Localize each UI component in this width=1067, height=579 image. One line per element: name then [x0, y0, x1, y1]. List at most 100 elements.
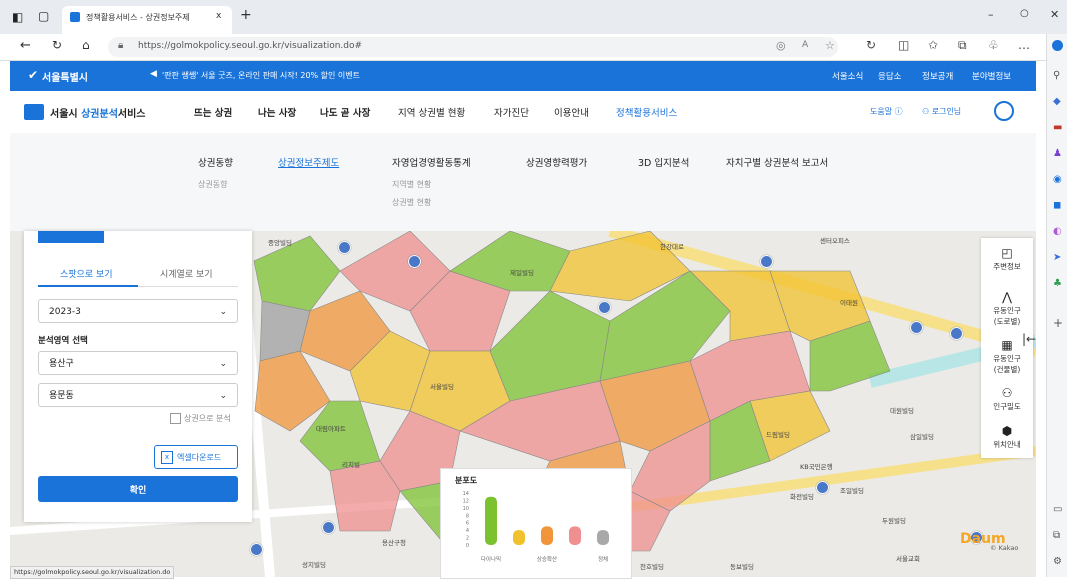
active-tab[interactable]: 정책활용서비스 - 상권정보주제 x: [62, 6, 232, 34]
location-icon[interactable]: ◎: [776, 39, 786, 52]
district-analysis-checkbox[interactable]: [170, 413, 181, 424]
tab-spot-view[interactable]: 스팟으로 보기: [60, 267, 113, 280]
brand-highlight: 상권분석: [81, 109, 118, 120]
nav-policy-service[interactable]: 정책활용서비스: [616, 105, 677, 119]
briefcase-icon[interactable]: ▬: [1053, 122, 1062, 133]
robot-icon[interactable]: [994, 101, 1014, 121]
nav-self-diagnosis[interactable]: 자가진단: [494, 105, 529, 119]
collapse-tools-icon[interactable]: |←: [1022, 332, 1036, 346]
seoul-logo-icon: ✔︎: [28, 68, 39, 82]
sidebar-layout-icon[interactable]: ▭: [1053, 504, 1062, 515]
tab-time-series-view[interactable]: 시계열로 보기: [160, 267, 213, 280]
mega-menu: 상권동향 상권동향 상권정보주제도 자영업경영활동통계 지역별 현황 상권별 현…: [10, 133, 1036, 232]
speaker-icon: ◀︎: [150, 69, 157, 79]
area-select-label: 분석영역 선택: [38, 336, 88, 346]
tab-actions-icon[interactable]: ▢: [38, 9, 49, 23]
tag-icon[interactable]: ◆: [1053, 96, 1061, 107]
nav-soon-owner[interactable]: 나도 곧 사장: [320, 105, 370, 119]
menu-stats-by-region[interactable]: 지역별 현황: [392, 179, 431, 190]
bus-stop-icon[interactable]: [338, 241, 351, 254]
menu-trends-sub[interactable]: 상권동향: [198, 179, 227, 190]
outlook-icon[interactable]: ◼: [1053, 200, 1061, 211]
collections-icon[interactable]: ⧉: [958, 38, 967, 53]
copilot-icon[interactable]: [1052, 40, 1063, 51]
send-icon[interactable]: ➤: [1053, 252, 1061, 263]
designer-icon[interactable]: ◐: [1053, 226, 1062, 237]
subway-icon[interactable]: [950, 327, 963, 340]
refresh-page-icon[interactable]: ↻: [866, 38, 876, 52]
analysis-panel: 스팟으로 보기 시계열로 보기 2023-3 ⌄ 분석영역 선택 용산구 ⌄ 용문동…: [24, 231, 252, 522]
tab-active-underline: [38, 285, 138, 287]
period-select[interactable]: 2023-3 ⌄: [38, 299, 238, 323]
topbar-link-news[interactable]: 서울소식: [832, 70, 863, 82]
menu-self-employed-stats[interactable]: 자영업경영활동통계: [392, 155, 471, 169]
add-tool-icon[interactable]: +: [1053, 316, 1063, 330]
topbar-link-disclosure[interactable]: 정보공개: [922, 70, 953, 82]
nav-regional-status[interactable]: 지역 상권별 현황: [398, 105, 465, 119]
home-icon[interactable]: ⌂: [82, 38, 90, 52]
refresh-icon[interactable]: ↻: [52, 38, 62, 52]
chart-bar[interactable]: [597, 530, 609, 545]
map-label: 드림빌딩: [766, 431, 790, 439]
nav-i-am-owner[interactable]: 나는 사장: [258, 105, 296, 119]
user-menu[interactable]: ⚇ 로그인님: [922, 106, 961, 117]
bus-stop-icon[interactable]: [250, 543, 263, 556]
menu-3d-analysis[interactable]: 3D 입지분석: [638, 155, 689, 169]
menu-theme-map[interactable]: 상권정보주제도: [278, 155, 339, 169]
bus-stop-icon[interactable]: [598, 301, 611, 314]
excel-download-button[interactable]: x 엑셀다운로드: [154, 445, 238, 469]
seoul-logo[interactable]: 서울특별시: [42, 69, 88, 84]
read-aloud-icon[interactable]: A: [802, 40, 808, 50]
office-icon[interactable]: ◉: [1053, 174, 1062, 185]
chart-bar[interactable]: [513, 530, 525, 545]
chart-bar[interactable]: [541, 526, 553, 545]
tool-flow-road[interactable]: ⋀ 유동인구 (도로별): [981, 290, 1033, 327]
maximize-icon[interactable]: ○: [1020, 8, 1029, 19]
brand-title[interactable]: 서울시 상권분석서비스: [50, 105, 146, 120]
favorites-icon[interactable]: ✩: [928, 38, 938, 52]
topbar-link-response[interactable]: 응답소: [878, 70, 901, 82]
bus-stop-icon[interactable]: [816, 481, 829, 494]
new-tab-button[interactable]: +: [240, 7, 252, 23]
window-close-icon[interactable]: ✕: [1050, 8, 1059, 21]
games-icon[interactable]: ♟: [1053, 148, 1062, 159]
tool-nearby-info[interactable]: ◰ 주변정보: [981, 246, 1033, 272]
chart-bar[interactable]: [485, 496, 497, 545]
split-screen-icon[interactable]: ◫: [898, 38, 909, 52]
url-field[interactable]: 🔒︎ https://golmokpolicy.seoul.go.kr/visu…: [108, 37, 838, 57]
profile-icon[interactable]: ◧: [12, 10, 23, 24]
district-value: 용산구: [49, 359, 74, 369]
bus-stop-icon[interactable]: [408, 255, 421, 268]
nav-hot-districts[interactable]: 뜨는 상권: [194, 105, 232, 119]
bus-stop-icon[interactable]: [322, 521, 335, 534]
nav-usage-guide[interactable]: 이용안내: [554, 105, 589, 119]
more-menu-icon[interactable]: …: [1018, 38, 1030, 52]
extensions-icon[interactable]: ♧: [988, 38, 999, 52]
settings-icon[interactable]: ⚙: [1053, 556, 1062, 567]
tab-close-icon[interactable]: x: [216, 11, 221, 21]
menu-stats-by-district[interactable]: 상권별 현황: [392, 197, 431, 208]
topbar-link-field-info[interactable]: 분야별정보: [972, 70, 1011, 82]
brand-suffix: 서비스: [117, 109, 146, 120]
bus-stop-icon[interactable]: [910, 321, 923, 334]
confirm-button[interactable]: 확인: [38, 476, 238, 502]
minimize-icon[interactable]: –: [988, 8, 994, 21]
menu-trends[interactable]: 상권동향: [198, 155, 233, 169]
menu-district-report[interactable]: 자치구별 상권분석 보고서: [726, 155, 828, 169]
external-link-icon[interactable]: ⧉: [1053, 530, 1060, 541]
district-select[interactable]: 용산구 ⌄: [38, 351, 238, 375]
drop-icon[interactable]: ♣: [1053, 278, 1062, 289]
favorite-icon[interactable]: ☆: [825, 39, 835, 52]
search-icon[interactable]: ⚲: [1053, 70, 1060, 81]
tool-label: 위치안내: [993, 440, 1021, 449]
dong-select[interactable]: 용문동 ⌄: [38, 383, 238, 407]
tool-population-density[interactable]: ⚇ 인구밀도: [981, 386, 1033, 412]
chart-bar[interactable]: [569, 526, 581, 545]
announcement-link[interactable]: '판판 쌩쌩' 서울 굿즈, 온라인 판매 시작! 20% 할인 이벤트: [162, 70, 360, 81]
tool-location-guide[interactable]: ⬢ 위치안내: [981, 424, 1033, 450]
help-link[interactable]: 도움말 ⓘ: [870, 106, 903, 117]
bus-stop-icon[interactable]: [760, 255, 773, 268]
status-url: https://golmokpolicy.seoul.go.kr/visuali…: [10, 566, 175, 579]
back-icon[interactable]: ←: [20, 38, 31, 53]
menu-influence-eval[interactable]: 상권영향력평가: [526, 155, 587, 169]
